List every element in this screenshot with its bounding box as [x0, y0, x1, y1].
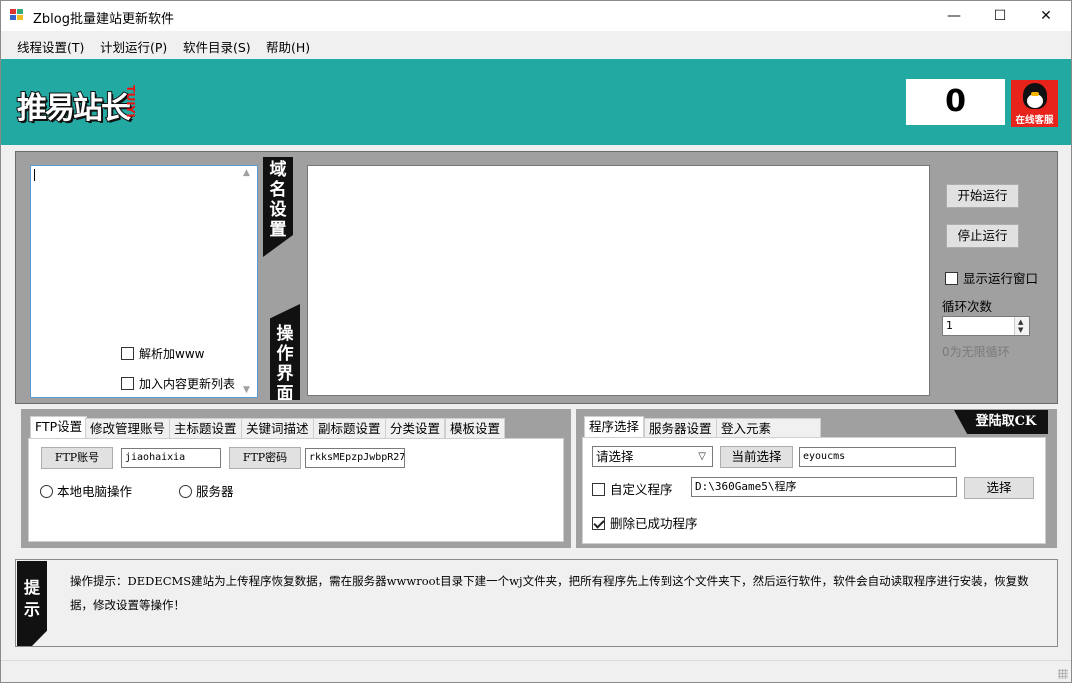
ftp-password-button[interactable]: FTP密码	[229, 447, 301, 469]
app-icon	[10, 9, 26, 23]
control-panel: 开始运行 停止运行 显示运行窗口 循环次数 1 ▲ ▼ 0为无限循环	[931, 165, 1045, 396]
chevron-down-icon: ▽	[698, 451, 706, 462]
online-support-label: 在线客服	[1015, 115, 1054, 126]
tip-tag: 提示	[17, 561, 47, 646]
scroll-up-icon[interactable]: ▲	[243, 168, 250, 178]
ftp-settings-panel: FTP设置 修改管理账号 主标题设置 关键词描述 副标题设置 分类设置 模板设置…	[21, 409, 571, 548]
main-frame: ▲ ▼ 解析加www 加入内容更新列表 域名设置 操作界面 开始运行 停止运行 …	[15, 151, 1058, 404]
loop-count-input[interactable]: 1 ▲ ▼	[942, 316, 1030, 336]
tip-text: 操作提示：DEDECMS建站为上传程序恢复数据，需在服务器wwwroot目录下建…	[70, 574, 1029, 612]
ftp-password-input[interactable]: rkksMEpzpJwbpR27	[305, 448, 405, 468]
custom-program-label: 自定义程序	[610, 482, 673, 497]
tab-server-settings[interactable]: 服务器设置	[644, 418, 717, 439]
menu-thread-settings[interactable]: 线程设置(T)	[17, 37, 84, 56]
domain-list-input[interactable]: ▲ ▼ 解析加www 加入内容更新列表	[30, 165, 258, 398]
loop-hint: 0为无限循环	[942, 345, 1010, 359]
title-bar: Zblog批量建站更新软件 — ☐ ✕	[1, 1, 1071, 31]
online-support-button[interactable]: 在线客服	[1011, 80, 1058, 127]
tab-program-select[interactable]: 程序选择	[584, 416, 645, 439]
ftp-account-button[interactable]: FTP账号	[41, 447, 113, 469]
tab-keyword-description[interactable]: 关键词描述	[241, 418, 314, 439]
loop-count-label: 循环次数	[942, 299, 993, 314]
delete-success-label: 删除已成功程序	[610, 516, 698, 531]
parse-www-box[interactable]	[121, 347, 134, 360]
local-operation-radio[interactable]: 本地电脑操作	[40, 481, 132, 500]
tab-subtitle-settings[interactable]: 副标题设置	[313, 418, 386, 439]
custom-program-checkbox[interactable]: 自定义程序	[592, 479, 673, 498]
parse-www-label: 解析加www	[139, 347, 205, 361]
program-settings-panel: 程序选择 服务器设置 登入元素 登陆取CK 请选择 ▽ 当前选择 eyoucms…	[576, 409, 1057, 548]
add-content-label: 加入内容更新列表	[139, 377, 236, 391]
menu-bar: 线程设置(T) 计划运行(P) 软件目录(S) 帮助(H)	[1, 31, 1071, 59]
start-button[interactable]: 开始运行	[946, 184, 1019, 208]
text-caret	[34, 169, 35, 181]
local-operation-circle[interactable]	[40, 485, 53, 498]
tab-category-settings[interactable]: 分类设置	[385, 418, 446, 439]
loop-count-value: 1	[946, 319, 953, 332]
show-window-checkbox[interactable]: 显示运行窗口	[945, 268, 1038, 287]
menu-software-directory[interactable]: 软件目录(S)	[183, 37, 251, 56]
maximize-button[interactable]: ☐	[977, 1, 1023, 31]
tab-template-settings[interactable]: 模板设置	[445, 418, 506, 439]
logo-subtext: TUIYI	[124, 85, 137, 118]
domain-scrollbar[interactable]: ▲ ▼	[240, 166, 257, 397]
resize-grip-icon[interactable]	[1058, 669, 1068, 679]
custom-program-box[interactable]	[592, 483, 605, 496]
add-content-checkbox[interactable]: 加入内容更新列表	[121, 375, 235, 392]
delete-success-box[interactable]	[592, 517, 605, 530]
menu-help[interactable]: 帮助(H)	[266, 37, 310, 56]
current-select-button[interactable]: 当前选择	[720, 446, 793, 468]
local-operation-label: 本地电脑操作	[57, 484, 133, 499]
show-window-label: 显示运行窗口	[963, 271, 1039, 286]
delete-success-checkbox[interactable]: 删除已成功程序	[592, 513, 698, 532]
add-content-box[interactable]	[121, 377, 134, 390]
program-select-content: 请选择 ▽ 当前选择 eyoucms 自定义程序 D:\360Game5\程序 …	[582, 437, 1046, 544]
server-radio[interactable]: 服务器	[179, 481, 234, 500]
ftp-settings-content: FTP账号 jiaohaixia FTP密码 rkksMEpzpJwbpR27 …	[28, 438, 564, 542]
ftp-account-input[interactable]: jiaohaixia	[121, 448, 221, 468]
parse-www-checkbox[interactable]: 解析加www	[121, 345, 204, 362]
login-get-ck-button[interactable]: 登陆取CK	[954, 410, 1048, 434]
qq-penguin-beak	[1031, 92, 1039, 96]
tip-panel: 提示 操作提示：DEDECMS建站为上传程序恢复数据，需在服务器wwwroot目…	[15, 559, 1058, 647]
operation-log-area	[307, 165, 930, 396]
operation-interface-tab: 操作界面	[270, 304, 300, 400]
tab-main-title-settings[interactable]: 主标题设置	[169, 418, 242, 439]
tab-ftp-settings[interactable]: FTP设置	[30, 416, 88, 439]
qq-penguin-belly	[1027, 94, 1043, 108]
tab-modify-admin-account[interactable]: 修改管理账号	[85, 418, 171, 439]
main-window: Zblog批量建站更新软件 — ☐ ✕ 线程设置(T) 计划运行(P) 软件目录…	[0, 0, 1072, 683]
choose-button[interactable]: 选择	[964, 477, 1034, 499]
banner: 推易站长 TUIYI 0 在线客服	[1, 59, 1071, 145]
tab-login-elements[interactable]: 登入元素	[716, 418, 821, 439]
spin-down-icon[interactable]: ▼	[1018, 326, 1023, 334]
domain-settings-tab: 域名设置	[263, 157, 293, 257]
spin-up-icon[interactable]: ▲	[1018, 318, 1023, 326]
program-dropdown[interactable]: 请选择 ▽	[592, 446, 713, 467]
show-window-box[interactable]	[945, 272, 958, 285]
server-label: 服务器	[196, 484, 234, 499]
menu-schedule-run[interactable]: 计划运行(P)	[100, 37, 167, 56]
stop-button[interactable]: 停止运行	[946, 224, 1019, 248]
server-circle[interactable]	[179, 485, 192, 498]
program-path-input[interactable]: D:\360Game5\程序	[691, 477, 957, 497]
close-button[interactable]: ✕	[1023, 1, 1069, 31]
scroll-down-icon[interactable]: ▼	[243, 385, 250, 395]
run-counter: 0	[906, 79, 1005, 125]
status-bar	[1, 660, 1071, 682]
loop-count-spinner[interactable]: ▲ ▼	[1014, 317, 1029, 335]
current-program-input[interactable]: eyoucms	[799, 447, 956, 467]
minimize-button[interactable]: —	[931, 1, 977, 31]
window-title: Zblog批量建站更新软件	[33, 12, 174, 27]
logo-text: 推易站长	[16, 90, 132, 127]
program-dropdown-value: 请选择	[596, 449, 634, 464]
